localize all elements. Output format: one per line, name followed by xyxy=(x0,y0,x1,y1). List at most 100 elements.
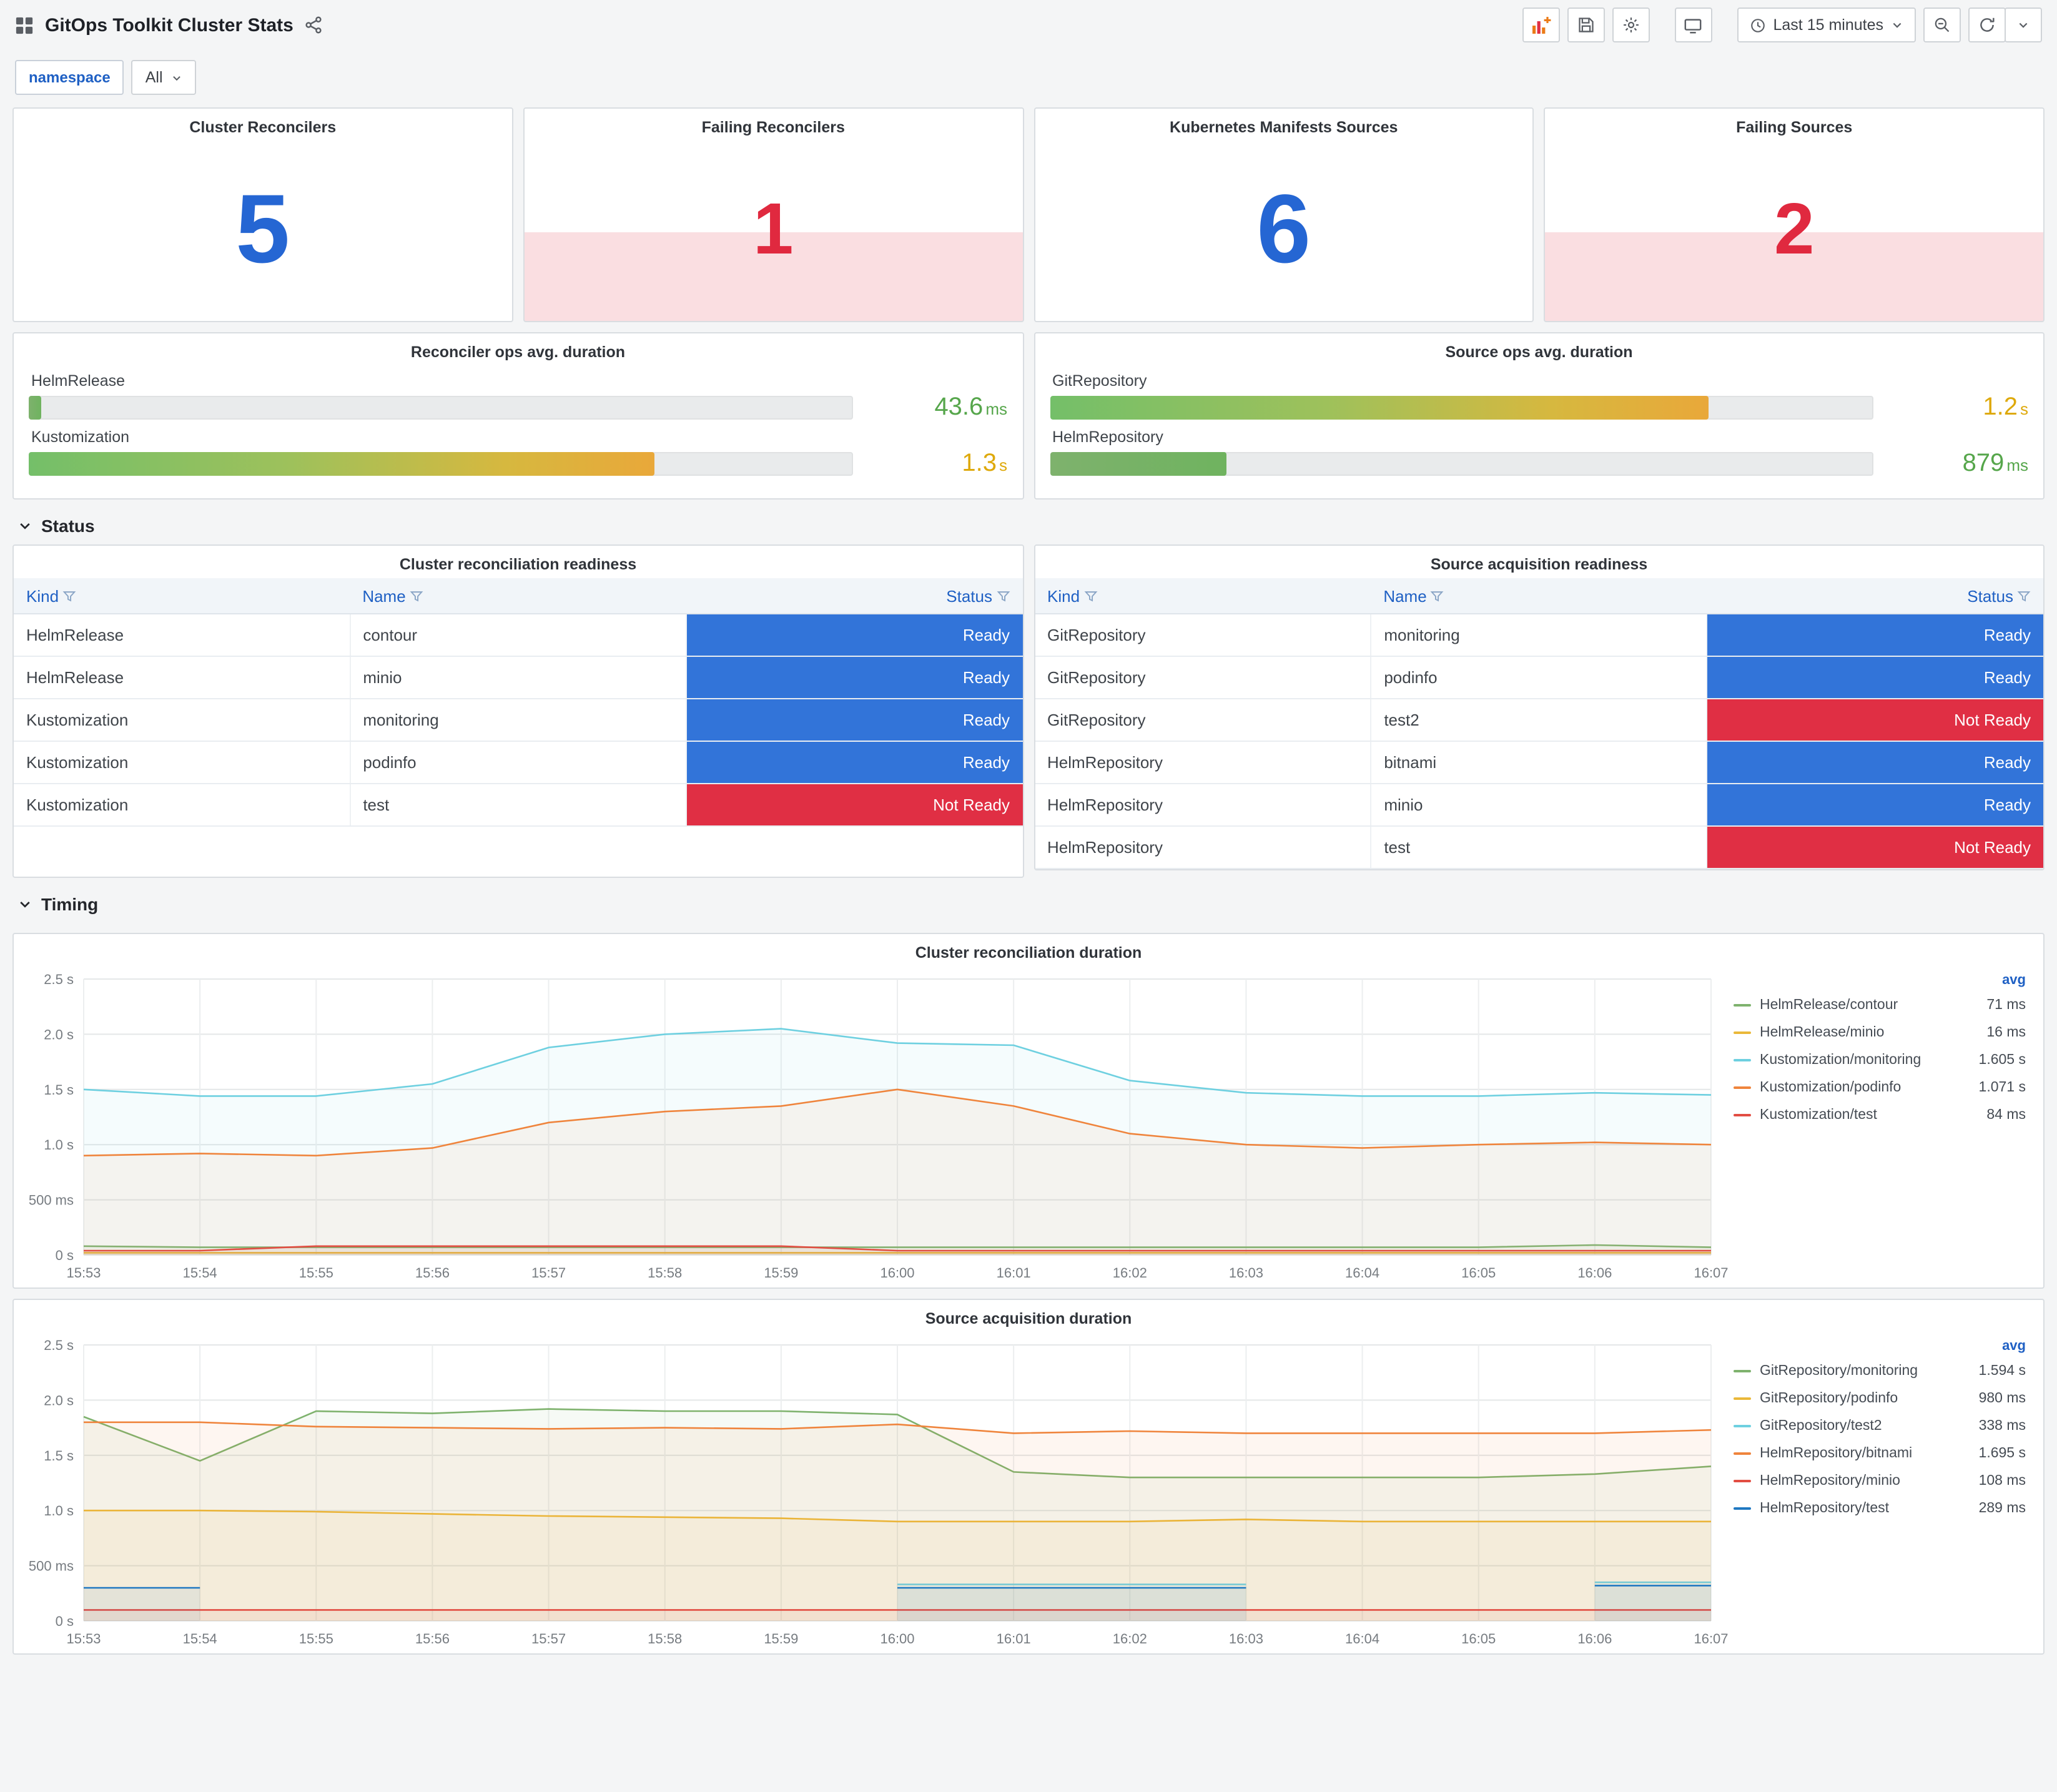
svg-text:15:57: 15:57 xyxy=(531,1265,566,1281)
series-name: Kustomization/podinfo xyxy=(1760,1080,1902,1095)
series-avg-value: 289 ms xyxy=(1978,1501,2026,1516)
panel-cluster-reconciliation-duration: Cluster reconciliation duration 0 s 500 m… xyxy=(12,933,2045,1289)
add-panel-button[interactable] xyxy=(1522,7,1560,42)
column-header-kind[interactable]: Kind xyxy=(1035,578,1371,614)
table-row: GitRepository test2 Not Ready xyxy=(1035,699,2043,742)
column-header-name[interactable]: Name xyxy=(350,578,686,614)
refresh-interval-dropdown[interactable] xyxy=(2005,7,2042,42)
gauge-fill xyxy=(1050,452,1227,476)
legend-item[interactable]: Kustomization/test 84 ms xyxy=(1734,1101,2026,1129)
zoom-out-time-button[interactable] xyxy=(1923,7,1961,42)
cell-kind: GitRepository xyxy=(1035,699,1372,742)
cell-name: podinfo xyxy=(350,741,687,784)
legend-item[interactable]: HelmRepository/minio 108 ms xyxy=(1734,1467,2026,1495)
legend-item[interactable]: HelmRepository/bitnami 1.695 s xyxy=(1734,1440,2026,1467)
grafana-dashboard: GitOps Toolkit Cluster Stats Last 15 min… xyxy=(0,0,2057,1792)
panel-title: Source acquisition readiness xyxy=(1430,556,1648,573)
legend-item[interactable]: GitRepository/podinfo 980 ms xyxy=(1734,1385,2026,1412)
series-color-swatch xyxy=(1734,1507,1751,1510)
svg-text:16:01: 16:01 xyxy=(997,1265,1031,1281)
section-row-status[interactable]: Status xyxy=(0,500,2057,544)
filter-funnel-icon xyxy=(1431,591,1444,601)
variable-label-namespace[interactable]: namespace xyxy=(15,60,124,95)
column-header-kind[interactable]: Kind xyxy=(14,578,350,614)
cell-name: podinfo xyxy=(1371,656,1708,699)
series-avg-value: 980 ms xyxy=(1978,1391,2026,1406)
section-title: Timing xyxy=(41,894,99,914)
legend-item[interactable]: Kustomization/podinfo 1.071 s xyxy=(1734,1074,2026,1101)
series-color-swatch xyxy=(1734,1114,1751,1116)
legend-item[interactable]: GitRepository/test2 338 ms xyxy=(1734,1412,2026,1440)
svg-text:15:53: 15:53 xyxy=(66,1631,101,1647)
stat-panel-cluster-reconcilers: Cluster Reconcilers 5 xyxy=(12,107,513,322)
filter-funnel-icon xyxy=(62,591,76,601)
series-color-swatch xyxy=(1734,1370,1751,1372)
gauge-label: Kustomization xyxy=(31,428,130,446)
series-color-swatch xyxy=(1734,1425,1751,1427)
gauge-track xyxy=(29,452,852,476)
section-row-timing[interactable]: Timing xyxy=(0,878,2057,923)
column-header-status[interactable]: Status xyxy=(686,578,1022,614)
cell-kind: GitRepository xyxy=(1035,656,1372,699)
svg-text:15:55: 15:55 xyxy=(299,1631,333,1647)
cell-kind: HelmRelease xyxy=(14,614,351,657)
svg-text:16:07: 16:07 xyxy=(1694,1265,1728,1281)
panel-title: Cluster reconciliation duration xyxy=(915,944,1142,962)
cell-kind: GitRepository xyxy=(1035,614,1372,657)
stats-row: Cluster Reconcilers 5 Failing Reconciler… xyxy=(0,107,2057,322)
panel-source-ops-avg-duration: Source ops avg. duration GitRepository 1… xyxy=(1033,332,2045,500)
column-header-name[interactable]: Name xyxy=(1371,578,1707,614)
cycle-view-button[interactable] xyxy=(1674,7,1712,42)
cell-kind: Kustomization xyxy=(14,784,351,827)
panel-source-acquisition-duration: Source acquisition duration 0 s 500 ms 1.0… xyxy=(12,1299,2045,1655)
save-dashboard-button[interactable] xyxy=(1567,7,1605,42)
series-name: Kustomization/test xyxy=(1760,1108,1877,1123)
panel-title: Source acquisition duration xyxy=(925,1310,1132,1327)
gauge-fill xyxy=(29,396,41,420)
gauge-fill xyxy=(29,452,655,476)
table-row: Kustomization podinfo Ready xyxy=(14,741,1022,784)
gauge-value: 1.3 s xyxy=(962,450,1007,477)
svg-text:15:58: 15:58 xyxy=(648,1265,682,1281)
legend-item[interactable]: HelmRelease/contour 71 ms xyxy=(1734,992,2026,1019)
cell-name: test2 xyxy=(1371,699,1708,742)
status-badge: Not Ready xyxy=(686,784,1022,827)
variables-row: namespace All xyxy=(0,50,2057,100)
refresh-button[interactable] xyxy=(1968,7,2006,42)
namespace-select[interactable]: All xyxy=(131,60,197,95)
series-avg-value: 16 ms xyxy=(1986,1025,2026,1040)
dashboards-grid-icon[interactable] xyxy=(15,16,34,34)
column-header-status[interactable]: Status xyxy=(1707,578,2043,614)
cell-name: monitoring xyxy=(1371,614,1708,657)
cell-kind: Kustomization xyxy=(14,741,351,784)
legend-item[interactable]: Kustomization/monitoring 1.605 s xyxy=(1734,1046,2026,1074)
svg-text:16:03: 16:03 xyxy=(1229,1631,1263,1647)
svg-text:500 ms: 500 ms xyxy=(29,1558,74,1574)
time-picker[interactable]: Last 15 minutes xyxy=(1737,7,1916,42)
legend-item[interactable]: GitRepository/monitoring 1.594 s xyxy=(1734,1357,2026,1385)
timeseries-svg[interactable]: 0 s 500 ms 1.0 s 1.5 s 2.0 s 2.5 s 15:53 15:54 1… xyxy=(16,1332,1729,1651)
save-icon xyxy=(1578,17,1594,32)
share-icon[interactable] xyxy=(305,16,322,34)
readiness-table: Kind Name Status HelmRelease contour Ready Hel… xyxy=(14,578,1022,827)
svg-text:15:54: 15:54 xyxy=(183,1631,217,1647)
refresh-icon xyxy=(1980,17,1995,32)
series-avg-value: 1.695 s xyxy=(1978,1446,2026,1461)
stat-value: 2 xyxy=(1773,188,1815,269)
legend-item[interactable]: HelmRepository/test 289 ms xyxy=(1734,1495,2026,1522)
cell-name: test xyxy=(1371,826,1708,869)
chevron-down-icon xyxy=(1893,22,1902,28)
dashboard-settings-button[interactable] xyxy=(1612,7,1650,42)
cell-name: monitoring xyxy=(350,699,687,742)
svg-text:16:05: 16:05 xyxy=(1461,1265,1496,1281)
time-range-label: Last 15 minutes xyxy=(1773,16,1884,34)
timeseries-svg[interactable]: 0 s 500 ms 1.0 s 1.5 s 2.0 s 2.5 s 15:53 15:54 1… xyxy=(16,967,1729,1285)
cell-name: test xyxy=(350,784,687,827)
timeseries-plot-source-acquisition[interactable]: 0 s 500 ms 1.0 s 1.5 s 2.0 s 2.5 s 15:53 15:54 1… xyxy=(16,1332,1729,1651)
series-color-swatch xyxy=(1734,1059,1751,1061)
dashboard-header: GitOps Toolkit Cluster Stats Last 15 min… xyxy=(0,0,2057,50)
legend-item[interactable]: HelmRelease/minio 16 ms xyxy=(1734,1019,2026,1046)
status-badge: Ready xyxy=(1707,614,2043,657)
timeseries-plot-cluster-reconciliation[interactable]: 0 s 500 ms 1.0 s 1.5 s 2.0 s 2.5 s 15:53 15:54 1… xyxy=(16,967,1729,1285)
tv-monitor-icon xyxy=(1685,18,1702,33)
